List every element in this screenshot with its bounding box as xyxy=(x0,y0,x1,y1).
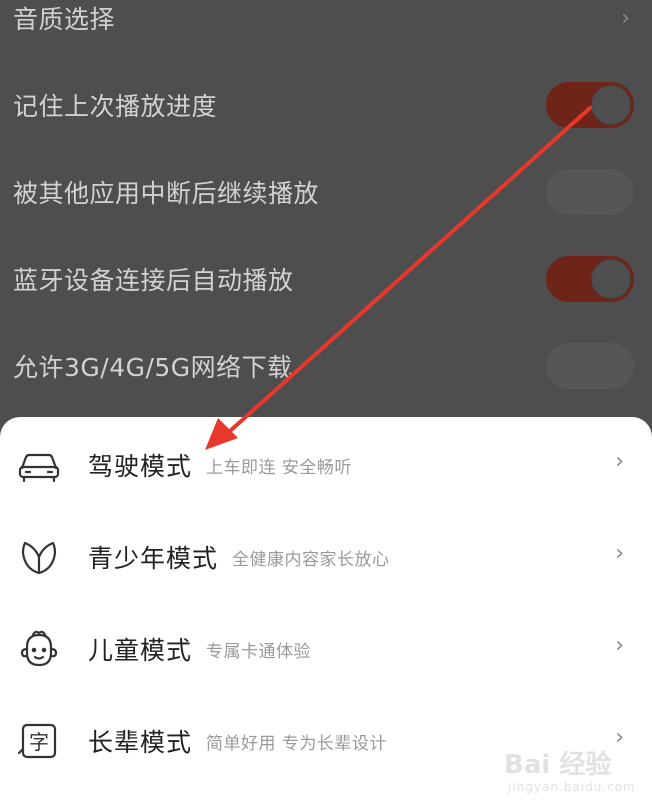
setting-label: 允许3G/4G/5G网络下载 xyxy=(13,353,293,382)
bluetooth-autoplay-toggle[interactable] xyxy=(546,256,634,302)
chevron-right-icon: › xyxy=(615,449,624,474)
baidu-watermark: Bai 经验 jingyan.baidu.com xyxy=(504,740,644,800)
toggle-knob xyxy=(591,259,631,299)
remember-progress-toggle[interactable] xyxy=(546,82,634,128)
resume-after-interrupt-toggle[interactable] xyxy=(546,169,634,215)
car-icon xyxy=(17,443,61,487)
chevron-right-icon: › xyxy=(621,5,630,31)
child-face-icon xyxy=(17,627,61,671)
toggle-knob xyxy=(591,85,631,125)
setting-row-audio-quality[interactable]: 音质选择 › xyxy=(0,0,652,48)
setting-label: 记住上次播放进度 xyxy=(13,92,218,121)
mode-title: 青少年模式 xyxy=(88,544,219,573)
leaf-icon xyxy=(17,535,61,579)
mode-description: 专属卡通体验 xyxy=(206,642,311,662)
chevron-right-icon: › xyxy=(615,541,624,566)
mobile-download-toggle[interactable] xyxy=(546,343,634,389)
mode-item-teen[interactable]: 青少年模式 全健康内容家长放心 › xyxy=(0,517,652,597)
mode-title: 长辈模式 xyxy=(88,728,193,757)
toggle-knob xyxy=(549,346,589,386)
mode-description: 简单好用 专为长辈设计 xyxy=(206,734,387,754)
setting-label: 被其他应用中断后继续播放 xyxy=(13,179,320,208)
setting-row-resume-after-interrupt: 被其他应用中断后继续播放 xyxy=(0,162,652,222)
zi-character: 字 xyxy=(29,730,49,754)
zi-character-icon: 字 xyxy=(17,719,61,763)
setting-row-mobile-download: 允许3G/4G/5G网络下载 xyxy=(0,336,652,396)
setting-label: 蓝牙设备连接后自动播放 xyxy=(13,266,294,295)
mode-description: 上车即连 安全畅听 xyxy=(206,458,352,478)
mode-title: 驾驶模式 xyxy=(88,452,193,481)
watermark-logo-text: Bai 经验 xyxy=(504,750,612,780)
mode-title: 儿童模式 xyxy=(88,636,193,665)
mode-description: 全健康内容家长放心 xyxy=(232,550,390,570)
chevron-right-icon: › xyxy=(615,633,624,658)
setting-label: 音质选择 xyxy=(13,5,116,34)
setting-row-bluetooth-autoplay: 蓝牙设备连接后自动播放 xyxy=(0,249,652,309)
watermark-url: jingyan.baidu.com xyxy=(508,780,636,794)
setting-row-remember-progress: 记住上次播放进度 xyxy=(0,75,652,135)
toggle-knob xyxy=(549,172,589,212)
mode-item-child[interactable]: 儿童模式 专属卡通体验 › xyxy=(0,609,652,689)
mode-item-driving[interactable]: 驾驶模式 上车即连 安全畅听 › xyxy=(0,425,652,505)
